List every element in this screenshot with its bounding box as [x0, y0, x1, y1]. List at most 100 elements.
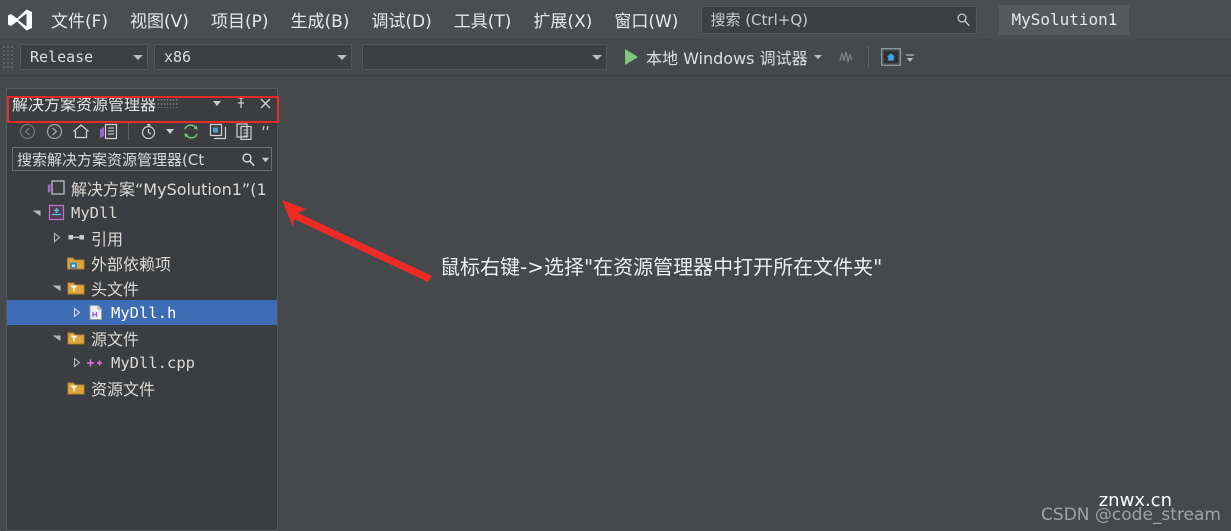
chevron-down-icon[interactable] [259, 155, 271, 164]
filter-folder-icon [65, 275, 87, 300]
tree-item-mydll-h-label: MyDll.h [111, 303, 177, 322]
menu-project-label: 项目(P) [210, 12, 269, 32]
tree-item-external-dependencies[interactable]: 外部依赖项 [7, 250, 277, 275]
toolbar-grip[interactable] [2, 45, 14, 69]
menu-build-label: 生成(B) [290, 12, 350, 32]
standard-toolbar: Release x86 本地 Windows 调试器 [0, 39, 1231, 76]
menu-project[interactable]: 项目(P) [200, 5, 280, 34]
solution-name-tab-label: MySolution1 [1011, 10, 1118, 29]
play-icon [625, 49, 638, 65]
twisty-expanded-icon[interactable] [27, 200, 45, 225]
tree-item-resource-files-folder-label: 资源文件 [91, 379, 156, 399]
pin-icon[interactable] [229, 91, 253, 115]
tree-item-header-files-folder[interactable]: 头文件 [7, 275, 277, 300]
tree-item-external-dependencies-label: 外部依赖项 [91, 254, 172, 274]
tree-item-project-mydll-label: MyDll [71, 203, 118, 222]
filter-folder-icon [65, 325, 87, 350]
twisty-collapsed-icon[interactable] [67, 300, 85, 325]
pending-changes-icon[interactable] [137, 119, 161, 143]
twisty-collapsed-icon[interactable] [47, 225, 65, 250]
live-share-icon[interactable] [879, 45, 903, 69]
visual-studio-logo-icon [0, 0, 40, 39]
tree-item-header-files-folder-label: 头文件 [91, 279, 140, 299]
menu-extensions-label: 扩展(X) [533, 12, 593, 32]
twisty-placeholder [47, 375, 65, 400]
twisty-collapsed-icon[interactable] [67, 350, 85, 375]
tree-item-references[interactable]: 引用 [7, 225, 277, 250]
twisty-expanded-icon[interactable] [47, 275, 65, 300]
close-icon[interactable] [253, 91, 277, 115]
solution-tree: 解决方案“MySolution1”(1 MyDll 引用 外部依赖项 头文件 M… [7, 175, 277, 400]
menu-bar: 文件(F) 视图(V) 项目(P) 生成(B) 调试(D) 工具(T) 扩展(X… [0, 0, 1231, 39]
twisty-expanded-icon[interactable] [47, 325, 65, 350]
references-icon [65, 225, 87, 250]
preview-dots-icon[interactable] [156, 91, 180, 115]
annotation-text: 鼠标右键->选择"在资源管理器中打开所在文件夹" [440, 255, 883, 279]
solution-explorer-toolbar [7, 117, 277, 145]
menu-build[interactable]: 生成(B) [279, 5, 360, 34]
platform-value: x86 [164, 48, 192, 66]
tree-item-solution-label: 解决方案“MySolution1”(1 [71, 179, 267, 199]
site-watermark: znwx.cn [1098, 490, 1172, 511]
solution-explorer-search-input[interactable]: 搜索解决方案资源管理器(Ct [12, 147, 272, 171]
solution-explorer-icon[interactable] [96, 119, 120, 143]
header-file-icon [85, 300, 107, 325]
solution-icon [45, 175, 67, 200]
menu-view-label: 视图(V) [130, 12, 189, 32]
menu-debug[interactable]: 调试(D) [360, 5, 442, 34]
chevron-down-icon [588, 54, 606, 60]
solution-explorer-search-placeholder: 搜索解决方案资源管理器(Ct [17, 150, 205, 169]
menu-window[interactable]: 窗口(W) [603, 5, 689, 34]
cpp-project-icon [45, 200, 67, 225]
platform-combobox[interactable]: x86 [154, 44, 352, 70]
menu-file-label: 文件(F) [51, 12, 109, 32]
show-all-files-icon[interactable] [233, 119, 257, 143]
search-icon [950, 7, 976, 33]
chevron-down-icon[interactable] [205, 91, 229, 115]
menu-extensions[interactable]: 扩展(X) [522, 5, 603, 34]
start-debugging-button[interactable]: 本地 Windows 调试器 [621, 43, 826, 71]
solution-explorer-panel: 解决方案资源管理器 搜索解决方案资源管理器(Ct 解决方案“MySolution… [6, 88, 278, 531]
tree-item-mydll-cpp-label: MyDll.cpp [111, 353, 195, 372]
menu-debug-label: 调试(D) [371, 12, 432, 32]
hot-reload-icon[interactable] [834, 45, 858, 69]
tree-item-references-label: 引用 [91, 229, 124, 249]
menu-tools[interactable]: 工具(T) [443, 5, 523, 34]
tree-item-project-mydll[interactable]: MyDll [7, 200, 277, 225]
configuration-value: Release [30, 48, 94, 66]
overflow-icon[interactable] [260, 119, 274, 143]
chevron-down-icon[interactable] [813, 55, 822, 59]
tree-item-mydll-h[interactable]: MyDll.h [7, 300, 277, 325]
back-icon[interactable] [15, 119, 39, 143]
solution-explorer-title: 解决方案资源管理器 [12, 95, 157, 114]
menu-view[interactable]: 视图(V) [119, 5, 200, 34]
global-search-placeholder: 搜索 (Ctrl+Q) [710, 11, 808, 29]
search-icon [237, 152, 259, 167]
tree-item-source-files-folder[interactable]: 源文件 [7, 325, 277, 350]
collapse-all-icon[interactable] [206, 119, 230, 143]
solution-explorer-titlebar: 解决方案资源管理器 [7, 89, 277, 117]
menu-file[interactable]: 文件(F) [40, 5, 119, 34]
startup-target-combobox[interactable] [362, 44, 607, 70]
tree-item-source-files-folder-label: 源文件 [91, 329, 140, 349]
menu-window-label: 窗口(W) [614, 12, 679, 32]
start-debugging-label: 本地 Windows 调试器 [646, 49, 808, 68]
cpp-file-icon [85, 350, 107, 375]
configuration-combobox[interactable]: Release [20, 44, 148, 70]
menu-tools-label: 工具(T) [453, 12, 512, 32]
toolbar-overflow-icon[interactable] [903, 45, 917, 69]
tree-item-solution[interactable]: 解决方案“MySolution1”(1 [7, 175, 277, 200]
forward-icon[interactable] [42, 119, 66, 143]
chevron-down-icon [333, 54, 351, 60]
toolbar-separator [867, 46, 869, 68]
toolbar-separator [128, 122, 129, 140]
tree-item-mydll-cpp[interactable]: MyDll.cpp [7, 350, 277, 375]
refresh-icon[interactable] [179, 119, 203, 143]
tree-item-resource-files-folder[interactable]: 资源文件 [7, 375, 277, 400]
home-icon[interactable] [69, 119, 93, 143]
chevron-down-icon[interactable] [164, 119, 176, 143]
filter-folder-icon [65, 375, 87, 400]
global-search-input[interactable]: 搜索 (Ctrl+Q) [701, 5, 978, 34]
solution-name-tab[interactable]: MySolution1 [999, 4, 1130, 35]
twisty-placeholder [27, 175, 45, 200]
